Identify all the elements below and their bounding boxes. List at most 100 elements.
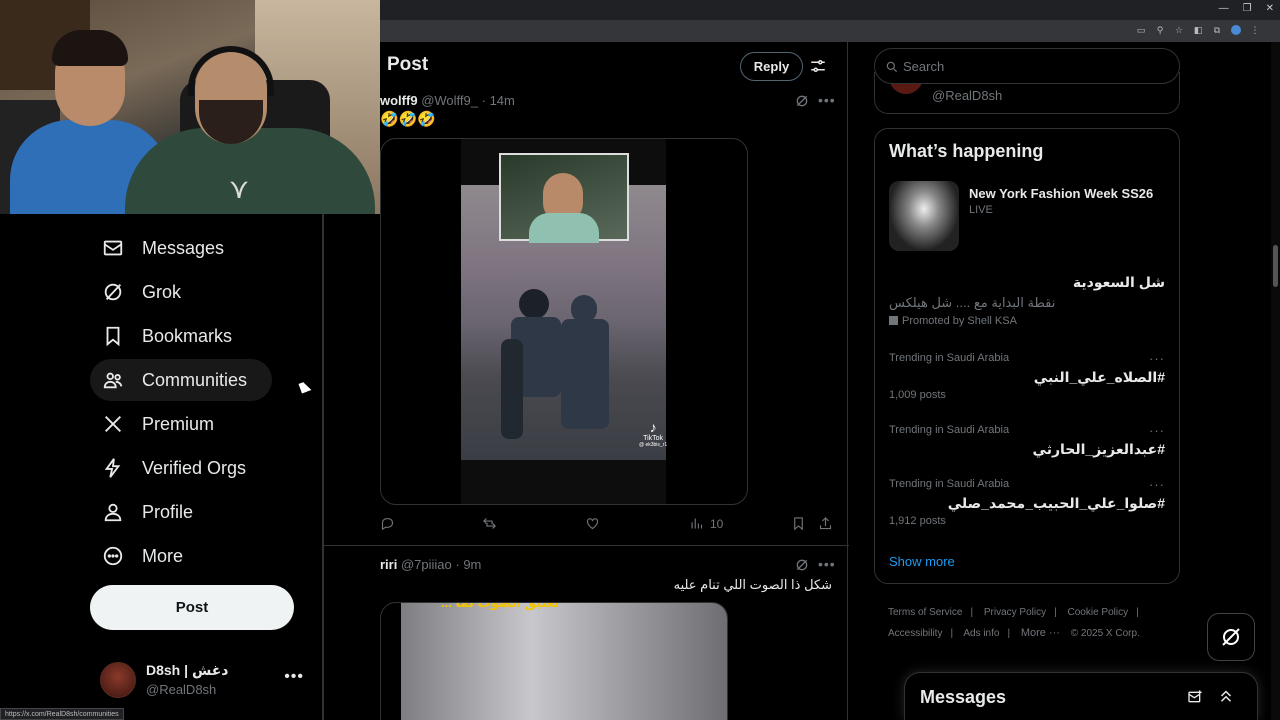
browser-menu-icon[interactable]: ⋮ — [1250, 25, 1260, 35]
more-dots-icon[interactable]: ••• — [818, 92, 836, 108]
more-dots-icon[interactable]: ··· — [1149, 423, 1165, 438]
like-action[interactable] — [585, 516, 600, 531]
trend-context: Trending in Saudi Arabia — [889, 478, 1010, 490]
footer-more-link[interactable]: More ··· — [1021, 627, 1060, 639]
person-icon — [102, 501, 124, 523]
event-thumbnail[interactable] — [889, 181, 959, 251]
share-action[interactable] — [818, 516, 833, 531]
nav-label: Verified Orgs — [142, 457, 247, 478]
more-dots-icon[interactable]: ··· — [1149, 351, 1165, 366]
nav-label: Grok — [142, 281, 182, 302]
reply-button[interactable]: Reply — [740, 52, 803, 81]
show-more-link[interactable]: Show more — [889, 554, 955, 569]
more-dots-icon[interactable]: ••• — [818, 556, 836, 572]
tweet-text: 🤣🤣🤣 — [380, 111, 437, 128]
event-title[interactable]: New York Fashion Week SS26 — [969, 186, 1153, 201]
window-controls: — ❐ ✕ — [1219, 3, 1274, 14]
accessibility-link[interactable]: Accessibility — [888, 628, 942, 639]
nav-item-verified-orgs[interactable]: Verified Orgs — [90, 447, 258, 489]
copyright: © 2025 X Corp. — [1070, 628, 1140, 639]
tiktok-watermark: ♪ TikTok @ ek3bis_r1 — [639, 419, 668, 448]
views-count: 10 — [710, 516, 724, 531]
grok-icon — [1222, 628, 1240, 646]
promo-title[interactable]: شل السعودية — [1073, 274, 1165, 291]
profile-name: D8sh | دغش — [146, 662, 229, 678]
cookie-link[interactable]: Cookie Policy — [1068, 607, 1129, 618]
grok-icon[interactable] — [794, 557, 810, 573]
video-scene — [501, 289, 631, 449]
more-dots-icon[interactable]: ··· — [1149, 477, 1165, 492]
messages-drawer-title: Messages — [920, 687, 1007, 707]
new-message-icon[interactable] — [1187, 689, 1203, 705]
lightning-icon — [102, 457, 124, 479]
more-dots-icon[interactable]: ••• — [284, 668, 304, 686]
repost-action[interactable] — [482, 516, 497, 531]
right-sidebar: @RealD8sh Search What’s happening New Yo… — [874, 42, 1182, 720]
reply-action[interactable] — [380, 516, 395, 531]
tweet-video[interactable]: ♪ TikTok @ ek3bis_r1 — [380, 138, 748, 505]
nav-label: Profile — [142, 501, 194, 522]
privacy-link[interactable]: Privacy Policy — [984, 607, 1046, 618]
nav-item-communities[interactable]: Communities — [90, 359, 272, 401]
trend-context: Trending in Saudi Arabia — [889, 424, 1010, 436]
nav-item-profile[interactable]: Profile — [90, 491, 205, 533]
author-name[interactable]: riri — [380, 557, 397, 572]
page-scrollbar[interactable] — [1271, 42, 1280, 720]
trend-tag[interactable]: #عبدالعزيز_الحارثي — [1033, 441, 1165, 458]
column-border — [323, 214, 324, 720]
restore-button[interactable]: ❐ — [1243, 3, 1252, 14]
promoted-label: Promoted by Shell KSA — [889, 315, 1017, 327]
grok-icon[interactable] — [794, 93, 810, 109]
close-window-button[interactable]: ✕ — [1266, 3, 1274, 14]
divider — [323, 545, 849, 546]
extension-icon[interactable]: ◧ — [1193, 25, 1203, 35]
extensions-puzzle-icon[interactable]: ⧉ — [1212, 25, 1222, 35]
tweet-time[interactable]: · 9m — [455, 557, 481, 572]
avatar — [100, 662, 136, 698]
star-icon[interactable]: ☆ — [1174, 25, 1184, 35]
trend-tag[interactable]: #الصلاه_علي_النبي — [1034, 369, 1165, 386]
expand-up-icon[interactable] — [1217, 687, 1235, 705]
nav-label: Communities — [142, 369, 248, 390]
trend-tag[interactable]: #صلوا_علي_الحبيب_محمد_صلي — [948, 495, 1165, 512]
nav-item-more[interactable]: More — [90, 535, 195, 577]
communities-icon — [102, 369, 124, 391]
grok-floating-button[interactable] — [1207, 613, 1255, 661]
sliders-icon[interactable] — [809, 57, 827, 75]
tweet-media[interactable]: تعليق الصوت لما ... — [380, 602, 728, 720]
account-switcher[interactable]: D8sh | دغش @RealD8sh ••• — [100, 660, 312, 700]
event-status: LIVE — [969, 204, 993, 216]
bookmark-action[interactable] — [791, 516, 806, 531]
tweet-header: wolff9 @Wolff9_ · 14m — [380, 93, 515, 108]
nav-item-premium[interactable]: Premium — [90, 403, 226, 445]
search-input[interactable]: Search — [874, 48, 1180, 84]
mail-icon — [102, 237, 124, 259]
tweet-time[interactable]: · 14m — [482, 93, 515, 108]
share-icon — [819, 517, 832, 530]
author-handle[interactable]: @7piiiao — [401, 557, 452, 572]
x-logo-icon — [102, 413, 124, 435]
search-placeholder: Search — [903, 58, 945, 74]
nav-item-messages[interactable]: Messages — [90, 227, 236, 269]
nav-item-grok[interactable]: Grok — [90, 271, 193, 313]
grok-icon — [102, 281, 124, 303]
ads-info-link[interactable]: Ads info — [963, 628, 999, 639]
post-button[interactable]: Post — [90, 585, 294, 630]
account-handle[interactable]: @RealD8sh — [932, 88, 1002, 103]
page-title: Post — [387, 54, 429, 75]
footer-links: Terms of Service | Privacy Policy | Cookie… — [888, 607, 1140, 639]
minimize-button[interactable]: — — [1219, 3, 1229, 14]
terms-link[interactable]: Terms of Service — [888, 607, 962, 618]
author-handle[interactable]: @Wolff9_ — [421, 93, 478, 108]
search-icon — [886, 61, 898, 73]
main-column: Post Reply wolff9 @Wolff9_ · 14m ••• 🤣🤣🤣… — [323, 42, 849, 720]
views-action[interactable]: 10 — [689, 516, 723, 531]
nav-item-bookmarks[interactable]: Bookmarks — [90, 315, 244, 357]
messages-drawer[interactable]: Messages — [904, 672, 1258, 720]
scrollbar-thumb[interactable] — [1273, 245, 1278, 287]
author-name[interactable]: wolff9 — [380, 93, 418, 108]
zoom-icon[interactable]: ⚲ — [1155, 25, 1165, 35]
whats-happening-card: What’s happening New York Fashion Week S… — [874, 128, 1180, 584]
cast-icon[interactable]: ▭ — [1136, 25, 1146, 35]
browser-avatar-icon[interactable] — [1231, 25, 1241, 35]
